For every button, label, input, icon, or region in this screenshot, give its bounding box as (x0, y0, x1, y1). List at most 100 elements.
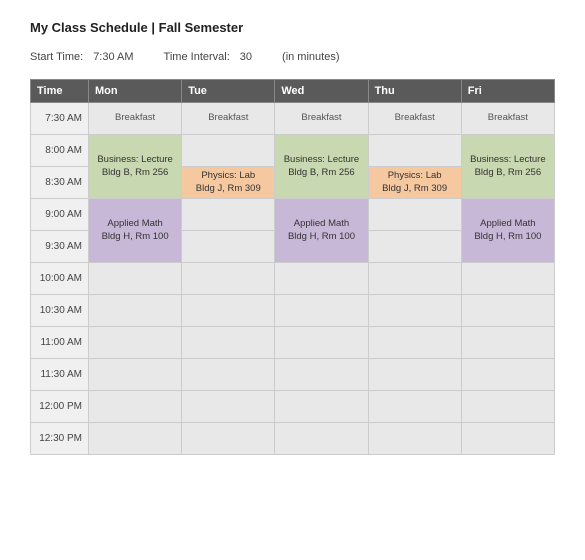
cell-wed-8 (275, 359, 368, 391)
cell-content-thu-8 (369, 359, 461, 390)
cell-content-tue-10 (182, 423, 274, 454)
cell-fri-9 (461, 391, 554, 423)
table-row: 7:30 AMBreakfastBreakfastBreakfastBreakf… (31, 103, 555, 135)
cell-content-fri-6 (462, 295, 554, 326)
cell-content-thu-1 (369, 135, 461, 166)
interval-label: Time Interval: (164, 51, 230, 63)
cell-thu-9 (368, 391, 461, 423)
cell-wed-9 (275, 391, 368, 423)
interval-unit: (in minutes) (282, 51, 339, 63)
start-time-value: 7:30 AM (93, 51, 133, 63)
cell-content-wed-5 (275, 263, 367, 294)
cell-fri-0: Breakfast (461, 103, 554, 135)
cell-thu-3 (368, 199, 461, 231)
cell-content-mon-1: Business: Lecture Bldg B, Rm 256 (89, 135, 181, 198)
header-mon: Mon (89, 80, 182, 103)
cell-thu-7 (368, 327, 461, 359)
cell-fri-10 (461, 423, 554, 455)
cell-content-tue-3 (182, 199, 274, 230)
cell-wed-1: Business: Lecture Bldg B, Rm 256 (275, 135, 368, 199)
cell-content-fri-10 (462, 423, 554, 454)
interval-value: 30 (240, 51, 252, 63)
cell-mon-10 (89, 423, 182, 455)
cell-content-mon-10 (89, 423, 181, 454)
cell-content-thu-5 (369, 263, 461, 294)
cell-tue-10 (182, 423, 275, 455)
cell-mon-5 (89, 263, 182, 295)
schedule-table: Time Mon Tue Wed Thu Fri 7:30 AMBreakfas… (30, 79, 555, 455)
time-cell: 8:30 AM (31, 167, 89, 199)
cell-fri-5 (461, 263, 554, 295)
cell-content-thu-4 (369, 231, 461, 262)
cell-thu-10 (368, 423, 461, 455)
time-cell: 11:00 AM (31, 327, 89, 359)
cell-content-thu-3 (369, 199, 461, 230)
meta-row: Start Time: 7:30 AM Time Interval: 30 (i… (30, 51, 555, 63)
table-row: 10:30 AM (31, 295, 555, 327)
cell-tue-9 (182, 391, 275, 423)
cell-content-wed-0: Breakfast (275, 103, 367, 134)
cell-fri-6 (461, 295, 554, 327)
cell-tue-8 (182, 359, 275, 391)
cell-content-fri-8 (462, 359, 554, 390)
cell-mon-0: Breakfast (89, 103, 182, 135)
cell-wed-0: Breakfast (275, 103, 368, 135)
cell-thu-4 (368, 231, 461, 263)
cell-content-tue-9 (182, 391, 274, 422)
cell-content-wed-3: Applied Math Bldg H, Rm 100 (275, 199, 367, 262)
cell-content-thu-10 (369, 423, 461, 454)
cell-content-mon-0: Breakfast (89, 103, 181, 134)
cell-content-fri-1: Business: Lecture Bldg B, Rm 256 (462, 135, 554, 198)
cell-content-mon-3: Applied Math Bldg H, Rm 100 (89, 199, 181, 262)
table-row: 11:00 AM (31, 327, 555, 359)
time-cell: 9:30 AM (31, 231, 89, 263)
cell-content-wed-8 (275, 359, 367, 390)
cell-content-mon-9 (89, 391, 181, 422)
cell-content-wed-10 (275, 423, 367, 454)
start-time-label: Start Time: (30, 51, 83, 63)
cell-thu-6 (368, 295, 461, 327)
cell-fri-3: Applied Math Bldg H, Rm 100 (461, 199, 554, 263)
cell-content-tue-4 (182, 231, 274, 262)
cell-mon-3: Applied Math Bldg H, Rm 100 (89, 199, 182, 263)
cell-content-thu-9 (369, 391, 461, 422)
cell-content-wed-7 (275, 327, 367, 358)
cell-thu-0: Breakfast (368, 103, 461, 135)
cell-tue-1 (182, 135, 275, 167)
cell-thu-8 (368, 359, 461, 391)
time-cell: 12:00 PM (31, 391, 89, 423)
table-row: 12:00 PM (31, 391, 555, 423)
cell-wed-6 (275, 295, 368, 327)
cell-content-wed-9 (275, 391, 367, 422)
cell-content-mon-7 (89, 327, 181, 358)
cell-fri-1: Business: Lecture Bldg B, Rm 256 (461, 135, 554, 199)
cell-content-fri-0: Breakfast (462, 103, 554, 134)
cell-mon-8 (89, 359, 182, 391)
cell-fri-7 (461, 327, 554, 359)
cell-content-thu-7 (369, 327, 461, 358)
header-tue: Tue (182, 80, 275, 103)
time-cell: 12:30 PM (31, 423, 89, 455)
time-cell: 10:00 AM (31, 263, 89, 295)
time-cell: 10:30 AM (31, 295, 89, 327)
cell-content-thu-0: Breakfast (369, 103, 461, 134)
cell-wed-10 (275, 423, 368, 455)
cell-content-tue-2: Physics: Lab Bldg J, Rm 309 (182, 167, 274, 198)
table-row: 8:00 AMBusiness: Lecture Bldg B, Rm 256B… (31, 135, 555, 167)
table-row: 10:00 AM (31, 263, 555, 295)
header-wed: Wed (275, 80, 368, 103)
cell-content-thu-2: Physics: Lab Bldg J, Rm 309 (369, 167, 461, 198)
cell-content-tue-5 (182, 263, 274, 294)
cell-mon-6 (89, 295, 182, 327)
cell-content-fri-3: Applied Math Bldg H, Rm 100 (462, 199, 554, 262)
cell-content-fri-5 (462, 263, 554, 294)
table-row: 11:30 AM (31, 359, 555, 391)
cell-tue-4 (182, 231, 275, 263)
cell-thu-5 (368, 263, 461, 295)
cell-content-tue-0: Breakfast (182, 103, 274, 134)
cell-content-mon-5 (89, 263, 181, 294)
cell-mon-1: Business: Lecture Bldg B, Rm 256 (89, 135, 182, 199)
cell-content-mon-8 (89, 359, 181, 390)
cell-fri-8 (461, 359, 554, 391)
time-cell: 11:30 AM (31, 359, 89, 391)
